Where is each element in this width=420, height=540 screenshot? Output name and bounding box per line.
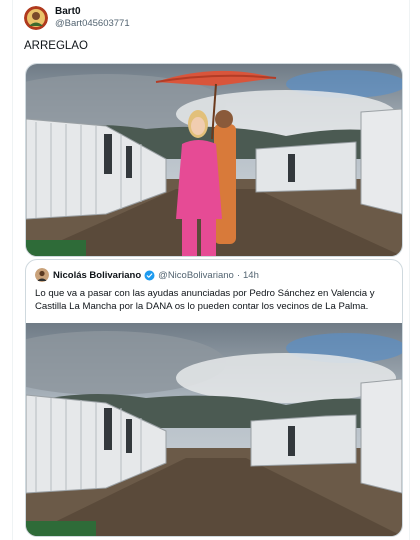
quoted-author-avatar[interactable]: [35, 268, 49, 282]
tweet-text: ARREGLAO: [24, 40, 88, 52]
quoted-tweet[interactable]: Nicolás Bolivariano @NicoBolivariano · 1…: [25, 259, 403, 537]
separator-dot: ·: [236, 269, 240, 281]
quoted-tweet-time[interactable]: 14h: [243, 270, 259, 281]
quoted-author-display-name[interactable]: Nicolás Bolivariano: [53, 270, 141, 281]
tweet-header: Bart0 @Bart045603771: [24, 4, 130, 32]
quoted-tweet-header: Nicolás Bolivariano @NicoBolivariano · 1…: [35, 267, 259, 283]
author-handle[interactable]: @Bart045603771: [55, 18, 130, 30]
quoted-tweet-text: Lo que va a pasar con las ayudas anuncia…: [35, 288, 375, 312]
verified-badge-icon: [144, 270, 155, 280]
author-display-name[interactable]: Bart0: [55, 6, 130, 18]
author-avatar[interactable]: [24, 6, 48, 30]
quoted-author-handle[interactable]: @NicoBolivariano: [158, 270, 234, 281]
tweet-media-image[interactable]: [25, 63, 403, 257]
quoted-tweet-media-image[interactable]: [26, 323, 402, 536]
